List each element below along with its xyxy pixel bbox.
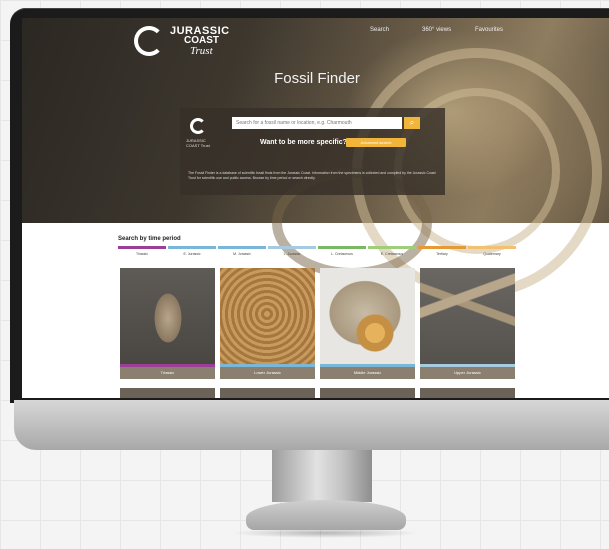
time-period-tabs: Triassic E. Jurassic M. Jurassic L. Jura… [118, 246, 518, 256]
tab-triassic[interactable]: Triassic [118, 246, 166, 256]
fossil-card[interactable]: Lower Jurassic [220, 268, 315, 383]
ammonite-logo-icon [190, 118, 206, 134]
tab-middle-jurassic[interactable]: M. Jurassic [218, 246, 266, 256]
fossil-image [220, 268, 315, 364]
monitor-stand-base [246, 500, 406, 530]
search-panel: JURASSIC COAST Trust ⌕ Want to be more s… [180, 108, 445, 195]
card-caption: Upper Jurassic [420, 367, 515, 379]
tab-late-cretaceous[interactable]: L. Cretaceous [318, 246, 366, 256]
page-title: Fossil Finder [274, 70, 360, 87]
nav-favourites[interactable]: Favourites [475, 27, 503, 33]
tab-tertiary[interactable]: Tertiary [418, 246, 466, 256]
fossil-image [320, 268, 415, 364]
fossil-card[interactable]: Triassic [120, 268, 215, 383]
fossil-card-next-row[interactable] [320, 388, 415, 398]
fossil-card[interactable]: Upper Jurassic [420, 268, 515, 383]
nav-360-views[interactable]: 360° views [422, 27, 451, 33]
advanced-search-button[interactable]: Advanced search [346, 138, 406, 147]
specific-question: Want to be more specific? [260, 139, 347, 146]
fossil-image [120, 268, 215, 364]
section-title: Search by time period [118, 236, 181, 242]
logo-line-3: Trust [190, 45, 213, 57]
search-icon: ⌕ [409, 118, 415, 127]
tab-early-jurassic[interactable]: E. Jurassic [168, 246, 216, 256]
search-input[interactable] [232, 117, 402, 129]
nav-search[interactable]: Search [370, 27, 389, 33]
fossil-card-next-row[interactable] [420, 388, 515, 398]
hero-banner: JURASSIC COAST Trust Search 360° views F… [22, 18, 609, 298]
monitor-screen: JURASSIC COAST Trust Search 360° views F… [22, 18, 609, 398]
tab-quaternary[interactable]: Quaternary [468, 246, 516, 256]
monitor-stand-neck [272, 450, 372, 502]
tab-late-jurassic[interactable]: L. Jurassic [268, 246, 316, 256]
panel-logo-text: JURASSIC COAST Trust [186, 138, 210, 148]
fossil-card-next-row[interactable] [220, 388, 315, 398]
card-caption: Triassic [120, 367, 215, 379]
monitor-chin [14, 400, 609, 450]
ammonite-logo-icon[interactable] [134, 26, 164, 56]
fossil-cards: Triassic Lower Jurassic Middle Jurassic … [118, 268, 518, 398]
fossil-image [420, 268, 515, 364]
site-logo[interactable]: JURASSIC COAST Trust [170, 26, 230, 57]
fossil-card-next-row[interactable] [120, 388, 215, 398]
card-caption: Middle Jurassic [320, 367, 415, 379]
card-caption: Lower Jurassic [220, 367, 315, 379]
fossil-card[interactable]: Middle Jurassic [320, 268, 415, 383]
panel-description: The Fossil Finder is a database of scien… [188, 171, 436, 180]
search-button[interactable]: ⌕ [404, 117, 420, 129]
tab-early-cretaceous[interactable]: E. Cretaceous [368, 246, 416, 256]
